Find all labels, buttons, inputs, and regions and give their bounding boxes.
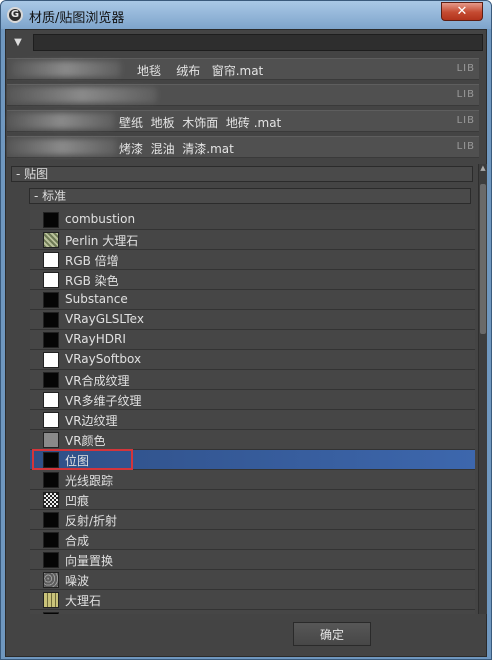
map-item-label: VRaySoftbox <box>65 352 142 366</box>
map-item[interactable]: VR颜色 <box>30 430 475 450</box>
map-item[interactable]: 大理石 <box>30 590 475 610</box>
map-swatch-icon <box>43 332 59 348</box>
map-swatch-icon <box>43 312 59 328</box>
map-swatch-icon <box>43 552 59 568</box>
map-item[interactable]: RGB 倍增 <box>30 250 475 270</box>
map-item[interactable]: VR多维子纹理 <box>30 390 475 410</box>
library-list: 地毯 绒布 窗帘.mat LIB LIB 壁纸 地板 木饰面 地砖 .mat L… <box>7 58 479 162</box>
map-item[interactable]: 凹痕 <box>30 490 475 510</box>
search-row: ▼ <box>11 34 483 52</box>
map-item[interactable]: 向量置换 <box>30 550 475 570</box>
group-header-maps[interactable]: - 贴图 <box>11 166 473 182</box>
library-tag: LIB <box>456 115 475 126</box>
map-item[interactable]: combustion <box>30 210 475 230</box>
app-logo-icon: G <box>7 7 23 23</box>
browser-client-area: ▼ 地毯 绒布 窗帘.mat LIB LIB 壁纸 地板 木饰面 地砖 .mat… <box>5 29 487 657</box>
map-item-label: 光线跟踪 <box>65 474 114 488</box>
map-item-label: VR边纹理 <box>65 414 118 428</box>
close-button[interactable]: ✕ <box>441 2 483 21</box>
map-item[interactable]: 位图 <box>30 449 475 470</box>
scroll-up-icon[interactable]: ▲ <box>479 164 487 172</box>
map-swatch-icon <box>43 572 59 588</box>
options-dropdown-icon[interactable]: ▼ <box>11 36 25 50</box>
scrollbar-thumb[interactable] <box>480 184 486 334</box>
redacted-region <box>7 113 115 129</box>
window-title: 材质/贴图浏览器 <box>29 11 125 26</box>
map-swatch-icon <box>43 472 59 488</box>
map-swatch-icon <box>43 412 59 428</box>
library-row[interactable]: 地毯 绒布 窗帘.mat LIB <box>7 58 479 80</box>
map-item[interactable]: Substance <box>30 290 475 310</box>
redacted-region <box>11 61 121 77</box>
title-bar[interactable]: G 材质/贴图浏览器 ✕ <box>1 1 491 29</box>
map-swatch-icon <box>43 492 59 508</box>
map-swatch-icon <box>43 432 59 448</box>
map-item-label: VR颜色 <box>65 434 106 448</box>
map-swatch-icon <box>43 532 59 548</box>
map-list: combustion Perlin 大理石 RGB 倍增 RGB 染色 Substanc… <box>30 210 475 614</box>
map-item[interactable]: 反射/折射 <box>30 510 475 530</box>
dialog-footer: 确定 <box>6 614 486 656</box>
map-item[interactable]: 光线跟踪 <box>30 470 475 490</box>
library-tag: LIB <box>456 63 475 74</box>
group-header-standard[interactable]: - 标准 <box>29 188 471 204</box>
library-row[interactable]: LIB <box>7 84 479 106</box>
search-input[interactable] <box>33 34 483 51</box>
map-swatch-icon <box>43 592 59 608</box>
map-item-label: 噪波 <box>65 574 90 588</box>
map-item-label: combustion <box>65 212 136 226</box>
map-item[interactable]: VR边纹理 <box>30 410 475 430</box>
material-map-browser-window: G 材质/贴图浏览器 ✕ ▼ 地毯 绒布 窗帘.mat LIB LIB 壁纸 地… <box>0 0 492 660</box>
map-item-label: 合成 <box>65 534 90 548</box>
library-tag: LIB <box>456 141 475 152</box>
map-item-label: 向量置换 <box>65 554 114 568</box>
map-item-label: VRayGLSLTex <box>65 312 144 326</box>
map-swatch-icon <box>43 392 59 408</box>
redacted-region <box>7 139 117 155</box>
map-swatch-icon <box>43 352 59 368</box>
map-swatch-icon <box>43 212 59 228</box>
map-swatch-icon <box>43 372 59 388</box>
map-item[interactable]: Perlin 大理石 <box>30 230 475 250</box>
map-swatch-icon <box>43 512 59 528</box>
map-swatch-icon <box>43 272 59 288</box>
map-item-label: 凹痕 <box>65 494 90 508</box>
library-name: 地毯 绒布 窗帘.mat <box>137 64 264 78</box>
library-name: 烤漆 混油 清漆.mat <box>119 142 234 156</box>
library-row[interactable]: 壁纸 地板 木饰面 地砖 .mat LIB <box>7 110 479 132</box>
map-item-label: 位图 <box>65 454 90 468</box>
map-swatch-icon <box>43 252 59 268</box>
map-item-label: RGB 倍增 <box>65 254 119 268</box>
map-item-label: Perlin 大理石 <box>65 234 139 248</box>
map-item[interactable]: VRayHDRI <box>30 330 475 350</box>
ok-button[interactable]: 确定 <box>293 622 371 646</box>
map-item[interactable]: 合成 <box>30 530 475 550</box>
map-item[interactable]: RGB 染色 <box>30 270 475 290</box>
map-swatch-icon <box>43 452 59 468</box>
map-item-label: VR合成纹理 <box>65 374 130 388</box>
map-item-label: RGB 染色 <box>65 274 119 288</box>
map-swatch-icon <box>43 292 59 308</box>
library-tag: LIB <box>456 89 475 100</box>
library-name: 壁纸 地板 木饰面 地砖 .mat <box>119 116 282 130</box>
map-item[interactable]: VRayGLSLTex <box>30 310 475 330</box>
map-item-label: 大理石 <box>65 594 102 608</box>
map-item[interactable]: 噪波 <box>30 570 475 590</box>
map-tree-panel: - 贴图 - 标准 combustion Perlin 大理石 RGB 倍增 RGB … <box>7 164 475 614</box>
redacted-region <box>7 87 157 103</box>
vertical-scrollbar[interactable]: ▲ <box>478 164 487 614</box>
map-item-label: Substance <box>65 292 128 306</box>
map-item[interactable]: VR合成纹理 <box>30 370 475 390</box>
library-row[interactable]: 烤漆 混油 清漆.mat LIB <box>7 136 479 158</box>
map-item-label: VRayHDRI <box>65 332 126 346</box>
map-swatch-icon <box>43 232 59 248</box>
map-item-label: 反射/折射 <box>65 514 118 528</box>
map-item-label: VR多维子纹理 <box>65 394 142 408</box>
map-item[interactable]: VRaySoftbox <box>30 350 475 370</box>
